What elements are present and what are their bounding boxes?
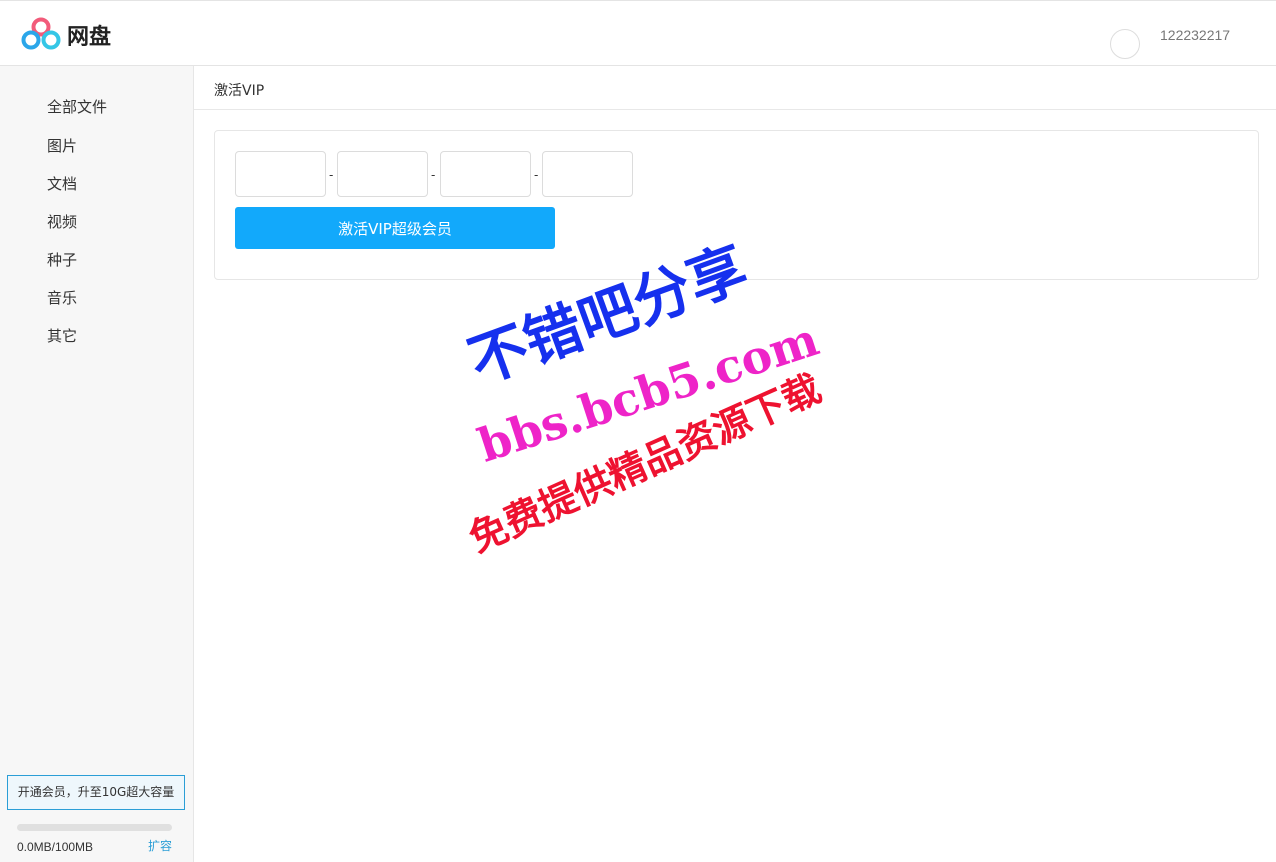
sidebar-item-music[interactable]: 音乐 [47,287,77,308]
username[interactable]: 122232217 [1160,27,1230,43]
code-separator: - [329,168,334,182]
activate-vip-button[interactable]: 激活VIP超级会员 [235,207,555,249]
vip-code-input-1[interactable] [235,151,326,197]
cloud-logo-icon[interactable] [21,17,61,51]
code-separator: - [534,168,539,182]
sidebar-item-all-files[interactable]: 全部文件 [47,96,107,117]
sidebar-item-torrents[interactable]: 种子 [47,249,77,270]
storage-progress-bar [17,824,172,831]
sidebar: 全部文件 图片 文档 视频 种子 音乐 其它 开通会员，升至10G超大容量 0.… [0,66,194,862]
code-separator: - [431,168,436,182]
breadcrumb: 激活VIP [194,66,1276,110]
top-bar: 网盘 122232217 [0,0,1276,66]
avatar[interactable] [1110,29,1140,59]
brand-title: 网盘 [67,25,112,50]
page-title: 激活VIP [214,83,265,99]
expand-storage-link[interactable]: 扩容 [148,837,172,854]
vip-code-input-2[interactable] [337,151,428,197]
vip-code-input-4[interactable] [542,151,633,197]
vip-code-input-3[interactable] [440,151,531,197]
sidebar-item-videos[interactable]: 视频 [47,211,77,232]
sidebar-item-documents[interactable]: 文档 [47,173,77,194]
sidebar-item-other[interactable]: 其它 [47,325,77,346]
upgrade-promo-button[interactable]: 开通会员，升至10G超大容量 [7,775,185,810]
storage-usage-text: 0.0MB/100MB [17,840,94,854]
sidebar-item-images[interactable]: 图片 [47,135,77,156]
